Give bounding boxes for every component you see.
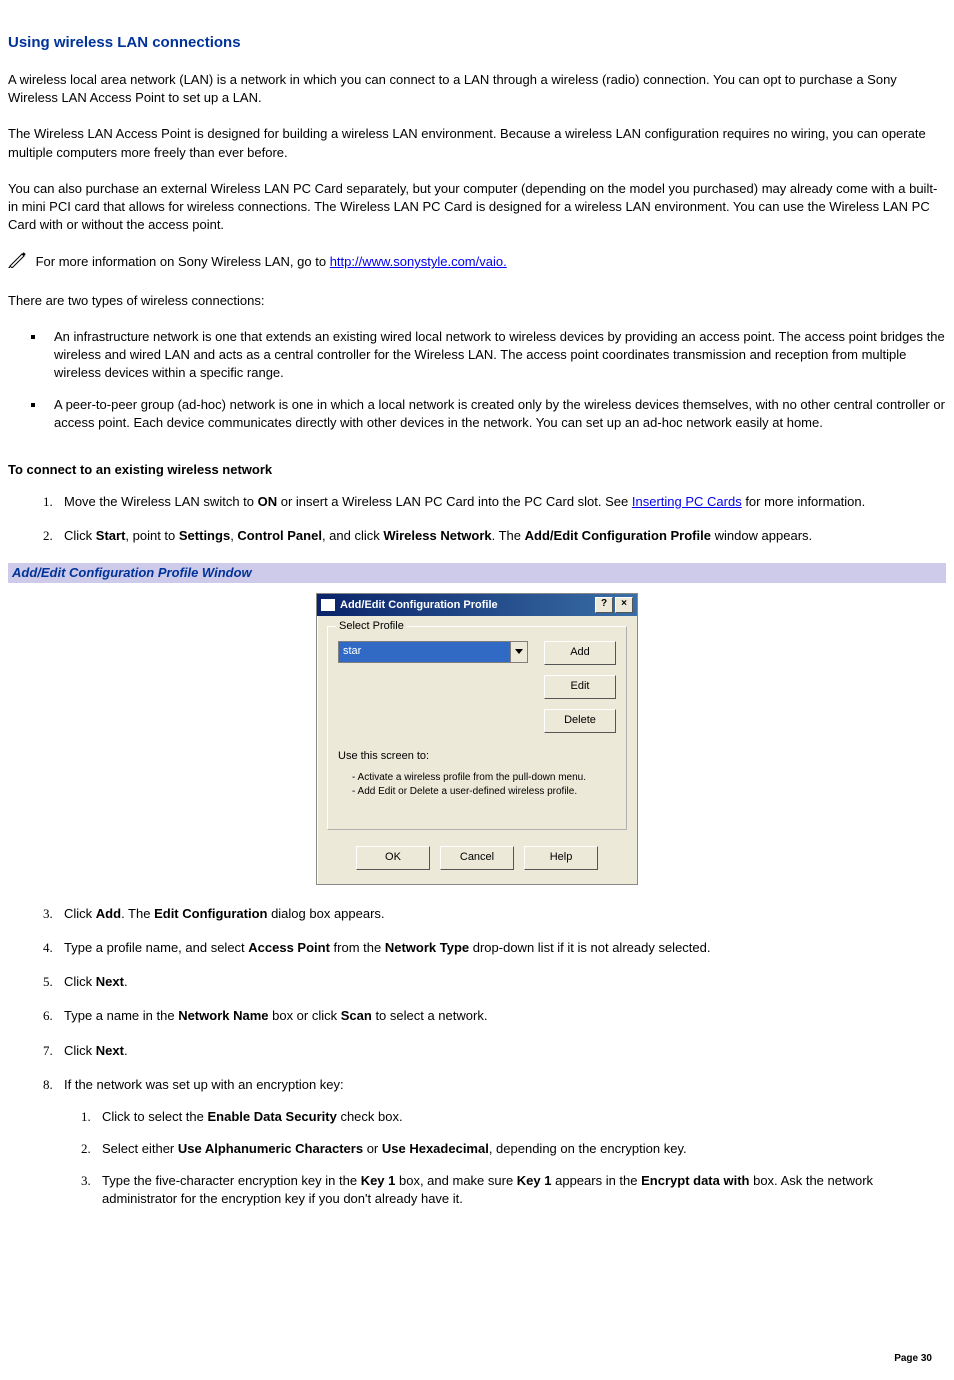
dropdown-arrow-icon[interactable] — [510, 642, 527, 662]
substeps-list: Click to select the Enable Data Security… — [64, 1108, 946, 1209]
step-2: Click Start, point to Settings, Control … — [56, 527, 946, 545]
note-icon — [8, 252, 28, 273]
step-6: Type a name in the Network Name box or c… — [56, 1007, 946, 1025]
intro-paragraph-2: The Wireless LAN Access Point is designe… — [8, 125, 946, 161]
substep-1: Click to select the Enable Data Security… — [94, 1108, 946, 1126]
use-screen-label: Use this screen to: — [338, 749, 616, 764]
help-button[interactable]: Help — [524, 846, 598, 870]
page-number: Page 30 — [894, 1352, 932, 1366]
connection-types-list: An infrastructure network is one that ex… — [8, 328, 946, 433]
dialog-close-button[interactable]: × — [615, 597, 633, 613]
bullet-infrastructure: An infrastructure network is one that ex… — [46, 328, 946, 383]
substep-3: Type the five-character encryption key i… — [94, 1172, 946, 1208]
add-edit-profile-dialog: Add/Edit Configuration Profile ? × star — [316, 593, 638, 884]
dialog-app-icon — [321, 599, 335, 611]
page-heading: Using wireless LAN connections — [8, 32, 946, 53]
intro-paragraph-1: A wireless local area network (LAN) is a… — [8, 71, 946, 107]
delete-button[interactable]: Delete — [544, 709, 616, 733]
figure-caption: Add/Edit Configuration Profile Window — [8, 563, 946, 583]
step-7: Click Next. — [56, 1042, 946, 1060]
step-1: Move the Wireless LAN switch to ON or in… — [56, 493, 946, 511]
use-screen-list: - Activate a wireless profile from the p… — [352, 771, 616, 799]
select-profile-group: star Add Edit Delete Use this screen to:… — [327, 626, 627, 829]
note-paragraph: For more information on Sony Wireless LA… — [8, 252, 946, 273]
steps-list-cont: Click Add. The Edit Configuration dialog… — [8, 905, 946, 1209]
types-intro: There are two types of wireless connecti… — [8, 292, 946, 310]
ok-button[interactable]: OK — [356, 846, 430, 870]
steps-list: Move the Wireless LAN switch to ON or in… — [8, 493, 946, 545]
note-text: For more information on Sony Wireless LA… — [32, 254, 330, 269]
inserting-pc-cards-link[interactable]: Inserting PC Cards — [632, 494, 742, 509]
dialog-titlebar: Add/Edit Configuration Profile ? × — [317, 594, 637, 616]
profile-select[interactable]: star — [338, 641, 528, 663]
add-button[interactable]: Add — [544, 641, 616, 665]
dialog-help-button[interactable]: ? — [595, 597, 613, 613]
edit-button[interactable]: Edit — [544, 675, 616, 699]
step-5: Click Next. — [56, 973, 946, 991]
intro-paragraph-3: You can also purchase an external Wirele… — [8, 180, 946, 235]
procedure-heading: To connect to an existing wireless netwo… — [8, 461, 946, 479]
figure-container: Add/Edit Configuration Profile ? × star — [8, 583, 946, 904]
profile-select-value: star — [339, 642, 510, 662]
step-4: Type a profile name, and select Access P… — [56, 939, 946, 957]
dialog-title: Add/Edit Configuration Profile — [340, 598, 498, 613]
step-8: If the network was set up with an encryp… — [56, 1076, 946, 1209]
sonystyle-link[interactable]: http://www.sonystyle.com/vaio. — [330, 254, 507, 269]
step-3: Click Add. The Edit Configuration dialog… — [56, 905, 946, 923]
substep-2: Select either Use Alphanumeric Character… — [94, 1140, 946, 1158]
bullet-adhoc: A peer-to-peer group (ad-hoc) network is… — [46, 396, 946, 432]
cancel-button[interactable]: Cancel — [440, 846, 514, 870]
